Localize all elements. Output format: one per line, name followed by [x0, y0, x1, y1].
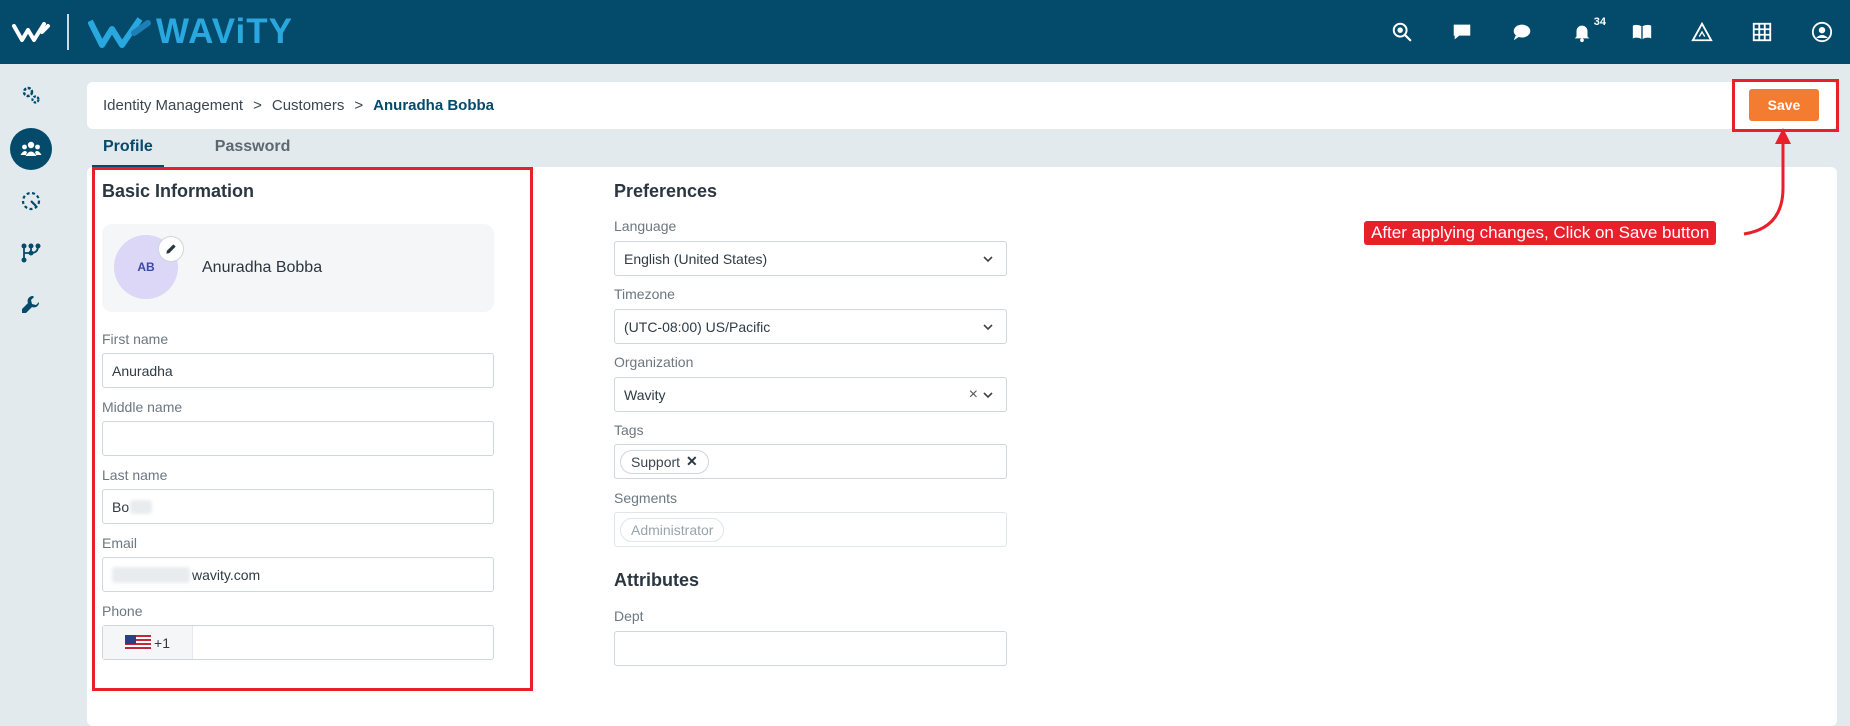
attributes-title: Attributes [614, 570, 699, 590]
segments-label: Segments [614, 490, 678, 506]
sidebar-item-lifecycle[interactable] [10, 180, 52, 222]
tags-input[interactable]: Support ✕ [614, 444, 1007, 479]
user-icon[interactable] [1804, 14, 1840, 50]
organization-select[interactable]: Wavity × [614, 377, 1007, 412]
tag-label: Support [631, 453, 681, 470]
sidebar-item-settings[interactable] [10, 74, 52, 116]
breadcrumb-identity-management[interactable]: Identity Management [103, 97, 243, 114]
timezone-select[interactable]: (UTC-08:00) US/Pacific [614, 309, 1007, 344]
breadcrumb: Identity Management > Customers > Anurad… [103, 97, 494, 114]
breadcrumb-current: Anuradha Bobba [373, 97, 494, 114]
dashed-circle-icon [21, 191, 41, 211]
basic-information-highlight [92, 167, 533, 691]
annotation-arrow-icon [1743, 128, 1791, 236]
timezone-label: Timezone [614, 286, 675, 302]
breadcrumb-separator: > [354, 97, 364, 114]
grid-icon[interactable] [1744, 14, 1780, 50]
tags-label: Tags [614, 422, 644, 438]
support-search-icon[interactable] [1384, 14, 1420, 50]
breadcrumb-customers[interactable]: Customers [272, 97, 345, 114]
chat-bubble-icon[interactable] [1504, 14, 1540, 50]
chevron-down-icon [983, 255, 993, 262]
left-sidebar [0, 64, 62, 726]
tab-password[interactable]: Password [204, 138, 302, 168]
chevron-down-icon [983, 323, 993, 330]
brand-name: WAViTY [156, 12, 293, 51]
profile-tabs: Profile Password [92, 138, 341, 168]
brand-logo[interactable]: WAViTY [88, 12, 293, 52]
language-label: Language [614, 218, 677, 234]
tag-chip: Support ✕ [620, 449, 709, 474]
segment-label: Administrator [631, 521, 714, 538]
sidebar-item-workflows[interactable] [10, 232, 52, 274]
settings-gears-icon [22, 86, 40, 104]
book-icon[interactable] [1624, 14, 1660, 50]
organization-controls: × [969, 386, 994, 404]
header-divider [67, 14, 69, 50]
segments-input: Administrator [614, 512, 1007, 547]
triangle-icon[interactable] [1684, 14, 1720, 50]
users-icon [20, 141, 42, 156]
dept-label: Dept [614, 608, 644, 624]
language-select[interactable]: English (United States) [614, 241, 1007, 276]
segment-chip: Administrator [620, 517, 725, 542]
chevron-down-icon[interactable] [982, 391, 994, 399]
organization-label: Organization [614, 354, 694, 370]
top-navigation-bar: WAViTY 34 [0, 0, 1850, 64]
wrench-icon [22, 295, 40, 313]
wavity-logo-mark-icon [88, 17, 151, 48]
notification-count-badge: 34 [1593, 16, 1606, 28]
sidebar-item-users[interactable] [10, 128, 52, 170]
preferences-title: Preferences [614, 181, 718, 201]
remove-tag-icon[interactable]: ✕ [686, 453, 698, 470]
bell-icon[interactable]: 34 [1564, 14, 1606, 50]
header-icons: 34 [1360, 14, 1840, 50]
dept-input[interactable] [614, 631, 1007, 666]
timezone-value: (UTC-08:00) US/Pacific [624, 318, 771, 335]
breadcrumb-bar: Identity Management > Customers > Anurad… [87, 82, 1837, 129]
workflow-icon [21, 243, 41, 263]
tab-profile[interactable]: Profile [92, 138, 164, 168]
wavity-mini-logo-icon[interactable] [12, 18, 54, 46]
clear-selection-icon[interactable]: × [969, 386, 978, 404]
sidebar-item-tools[interactable] [10, 284, 52, 326]
language-value: English (United States) [624, 250, 768, 267]
annotation-callout: After applying changes, Click on Save bu… [1364, 221, 1717, 245]
organization-value: Wavity [624, 386, 666, 403]
breadcrumb-separator: > [253, 97, 262, 114]
chat-square-icon[interactable] [1444, 14, 1480, 50]
